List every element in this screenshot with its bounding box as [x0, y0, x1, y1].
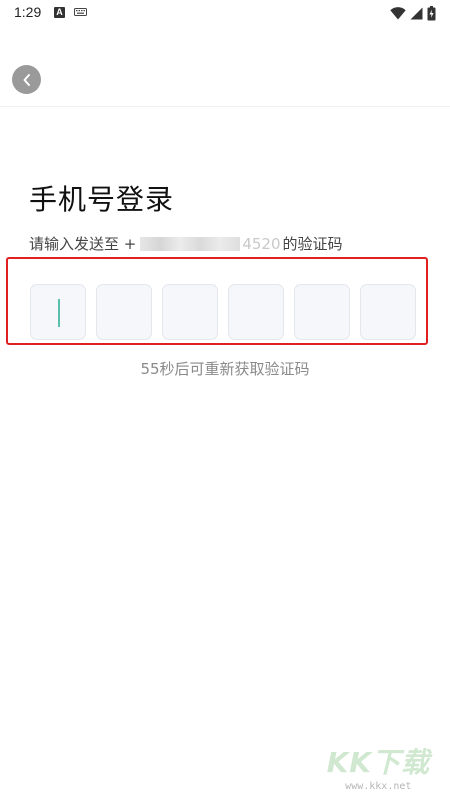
chevron-left-icon — [23, 73, 30, 86]
battery-charging-icon — [427, 5, 436, 20]
subtitle-suffix: 的验证码 — [282, 235, 343, 253]
page-title: 手机号登录 — [29, 183, 175, 216]
code-digit-6[interactable] — [360, 284, 416, 340]
watermark-logo: KK下载 — [326, 746, 430, 779]
resend-countdown: 55秒后可重新获取验证码 — [140, 360, 310, 378]
login-screen: 1:29 A 手机号登录 请输入发送至 + 4520 的验证码 55秒后可重新获… — [0, 0, 450, 800]
code-digit-4[interactable] — [228, 284, 284, 340]
masked-phone-number: 4520 — [138, 234, 281, 253]
code-digit-3[interactable] — [162, 284, 218, 340]
nav-divider — [0, 106, 450, 107]
subtitle-prefix: 请输入发送至 + — [29, 235, 137, 253]
code-digit-5[interactable] — [294, 284, 350, 340]
wifi-icon — [390, 6, 406, 19]
code-digit-2[interactable] — [96, 284, 152, 340]
watermark-url: www.kkx.net — [345, 781, 412, 792]
verification-subtitle: 请输入发送至 + 4520 的验证码 — [29, 233, 343, 254]
watermark: KK下载 www.kkx.net — [327, 741, 430, 792]
back-button[interactable] — [12, 65, 41, 94]
status-bar: 1:29 A — [0, 0, 450, 28]
a-app-icon: A — [54, 7, 65, 18]
phone-mask — [140, 236, 241, 251]
code-digit-1[interactable] — [30, 284, 86, 340]
signal-icon — [410, 7, 423, 19]
status-time: 1:29 — [14, 4, 42, 20]
keyboard-icon — [74, 8, 87, 16]
verification-code-input[interactable] — [30, 284, 416, 340]
phone-visible-suffix: 4520 — [242, 234, 281, 253]
system-tray — [390, 5, 436, 21]
input-caret — [58, 299, 60, 327]
